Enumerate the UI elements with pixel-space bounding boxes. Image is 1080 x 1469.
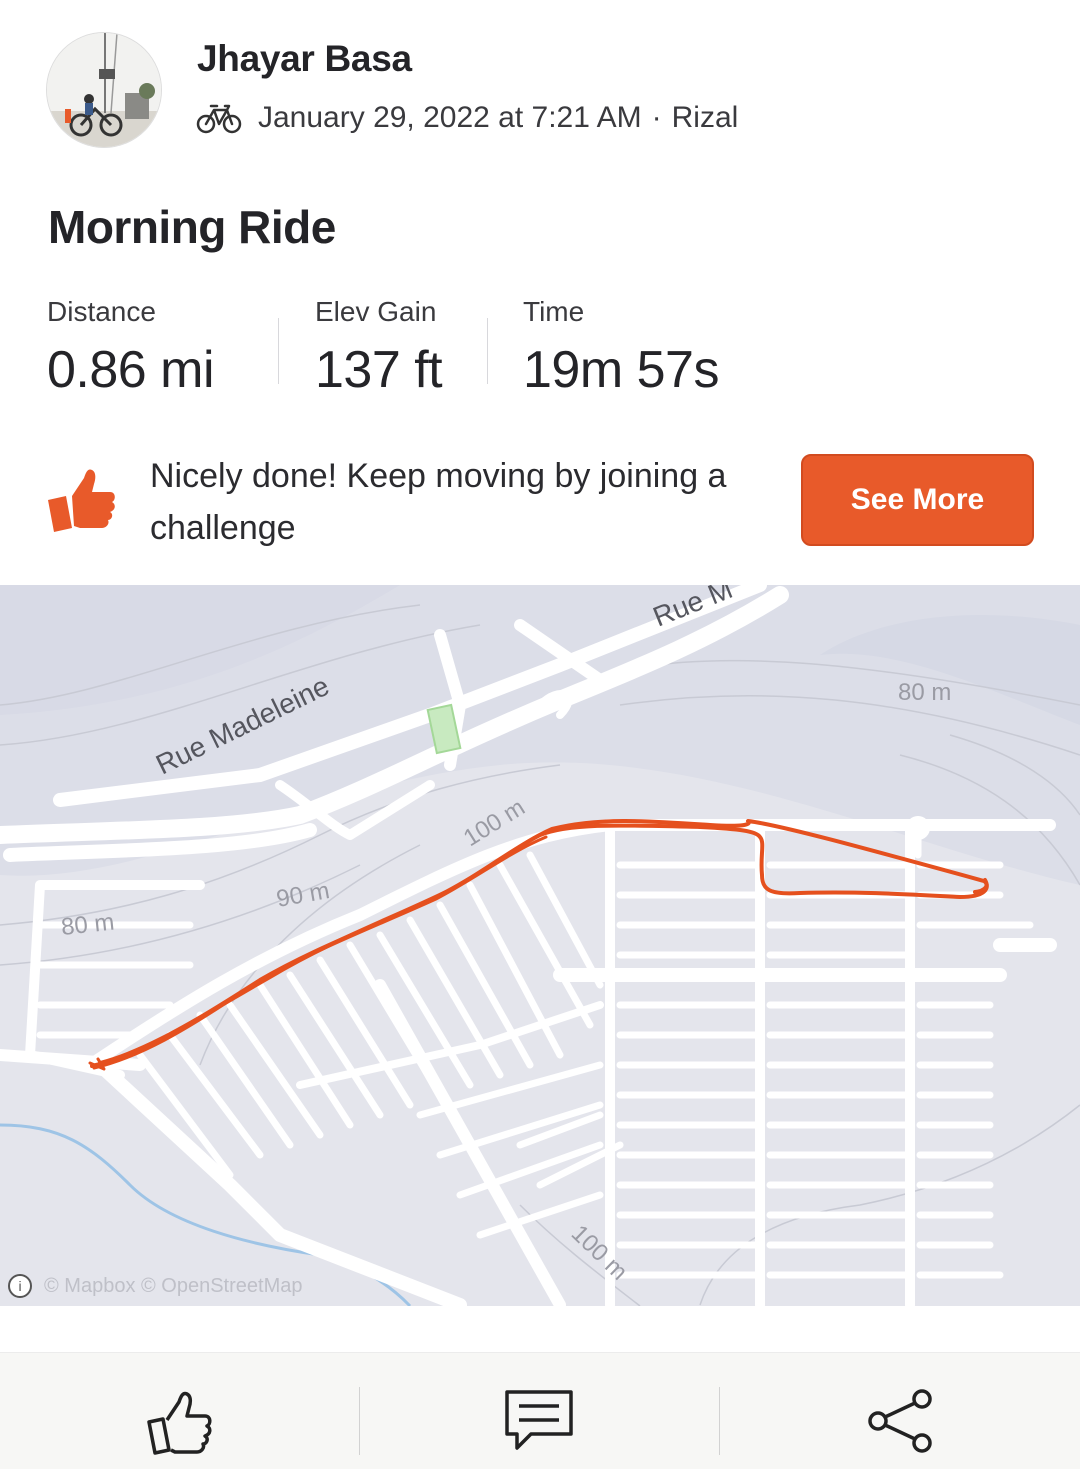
kudos-icon (147, 1391, 212, 1455)
toolbar-divider (719, 1387, 720, 1455)
toolbar-divider (359, 1387, 360, 1455)
athlete-name[interactable]: Jhayar Basa (197, 38, 412, 80)
see-more-button[interactable]: See More (801, 454, 1034, 546)
stats-row: Distance 0.86 mi Elev Gain 137 ft Time 1… (0, 296, 1080, 416)
thumbs-up-icon (48, 469, 115, 532)
stat-label: Time (523, 296, 585, 327)
share-button[interactable] (860, 1381, 940, 1461)
attribution-text: © Mapbox © OpenStreetMap (44, 1274, 303, 1297)
stat-distance: Distance 0.86 mi (47, 296, 215, 400)
bike-icon (196, 104, 242, 134)
action-toolbar (0, 1352, 1080, 1469)
stat-value: 0.86 mi (47, 341, 215, 399)
stat-value: 137 ft (315, 341, 443, 399)
comment-button[interactable] (499, 1381, 579, 1461)
activity-meta: January 29, 2022 at 7:21 AM · Rizal (196, 96, 738, 140)
map-canvas: Rue Madeleine Rue M 80 m 90 m 100 m 80 m… (0, 585, 1080, 1306)
activity-date: January 29, 2022 at 7:21 AM (258, 101, 642, 134)
stat-label: Elev Gain (315, 296, 437, 327)
activity-title[interactable]: Morning Ride (48, 200, 336, 254)
contour-label: 100 m (566, 1220, 633, 1286)
challenge-message: Nicely done! Keep moving by joining a ch… (150, 457, 727, 547)
comment-icon (505, 1390, 573, 1450)
contour-label: 80 m (898, 679, 951, 706)
activity-location: Rizal (671, 101, 739, 134)
stat-value: 19m 57s (523, 341, 719, 399)
stat-elev-gain: Elev Gain 137 ft (315, 296, 443, 400)
meta-separator: · (651, 101, 662, 134)
stat-divider (278, 318, 279, 384)
route-map[interactable]: Rue Madeleine Rue M 80 m 90 m 100 m 80 m… (0, 585, 1080, 1306)
kudos-button[interactable] (140, 1381, 220, 1461)
stat-divider (487, 318, 488, 384)
contour-label: 90 m (274, 877, 331, 913)
stat-time: Time 19m 57s (523, 296, 719, 400)
contour-label: 80 m (60, 909, 116, 941)
share-icon (868, 1389, 932, 1453)
stat-label: Distance (47, 296, 156, 327)
challenge-prompt: Nicely done! Keep moving by joining a ch… (0, 440, 1080, 570)
map-attribution: i © Mapbox © OpenStreetMap (8, 1274, 303, 1298)
info-icon[interactable]: i (8, 1274, 32, 1298)
activity-header: Jhayar Basa January 29, 2022 at 7:21 AM … (0, 0, 1080, 180)
avatar[interactable] (46, 32, 162, 148)
